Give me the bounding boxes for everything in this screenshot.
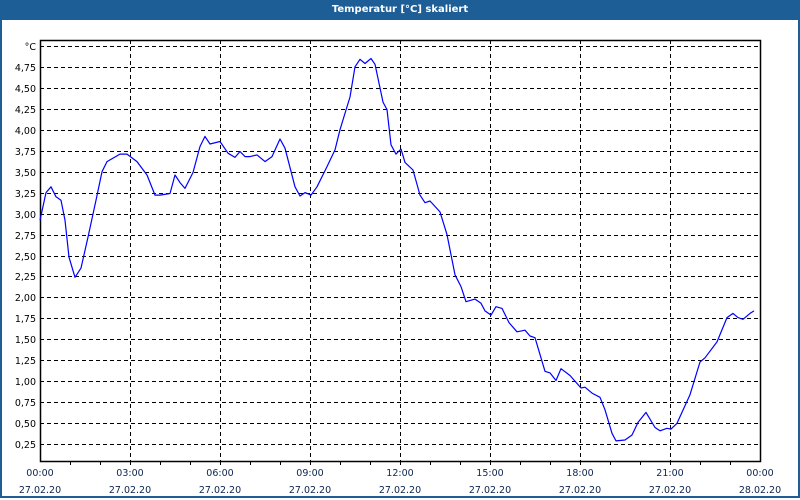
x-tick-date: 27.02.20 [109,485,151,496]
x-tick-time: 18:00 [566,468,593,479]
y-tick-label: 1,75 [15,314,36,325]
x-tick-time: 03:00 [116,468,143,479]
x-tick-time: 09:00 [296,468,323,479]
temperature-chart: 0,25 0,50 0,75 1,00 1,25 1,50 1,75 2,00 2,25 2,50… [15,39,781,496]
y-tick-label: 2,00 [15,293,36,304]
y-tick-label: 1,00 [15,377,36,388]
y-tick-label: 4,50 [15,84,36,95]
x-tick-time: 15:00 [476,468,503,479]
y-tick-label: 3,25 [15,189,36,200]
x-tick-date: 27.02.20 [379,485,421,496]
y-tick-label: 1,25 [15,356,36,367]
y-tick-label: 3,75 [15,147,36,158]
x-tick-date: 28.02.20 [739,485,781,496]
x-tick-time: 12:00 [386,468,413,479]
x-tick-date: 27.02.20 [19,485,61,496]
y-tick-label: 3,00 [15,210,36,221]
x-tick-time: 00:00 [26,468,53,479]
x-tick-date: 27.02.20 [469,485,511,496]
x-tick-date: 27.02.20 [559,485,601,496]
x-tick-date: 27.02.20 [199,485,241,496]
y-tick-label: 2,25 [15,272,36,283]
series-line-temperatur [39,57,755,442]
y-tick-label: °C [25,42,37,53]
y-tick-label: 4,75 [15,63,36,74]
y-tick-label: 0,75 [15,398,36,409]
y-tick-label: 1,50 [15,335,36,346]
x-tick-date: 27.02.20 [649,485,691,496]
x-tick-time: 21:00 [656,468,683,479]
x-tick-date: 27.02.20 [289,485,331,496]
y-tick-label: 4,25 [15,105,36,116]
y-tick-label: 4,00 [15,126,36,137]
y-tick-label: 2,75 [15,231,36,242]
y-tick-label: 0,50 [15,419,36,430]
y-tick-label: 2,50 [15,252,36,263]
x-tick-time: 06:00 [206,468,233,479]
y-tick-label: 3,50 [15,168,36,179]
y-tick-label: 0,25 [15,440,36,451]
x-tick-time: 00:00 [746,468,773,479]
